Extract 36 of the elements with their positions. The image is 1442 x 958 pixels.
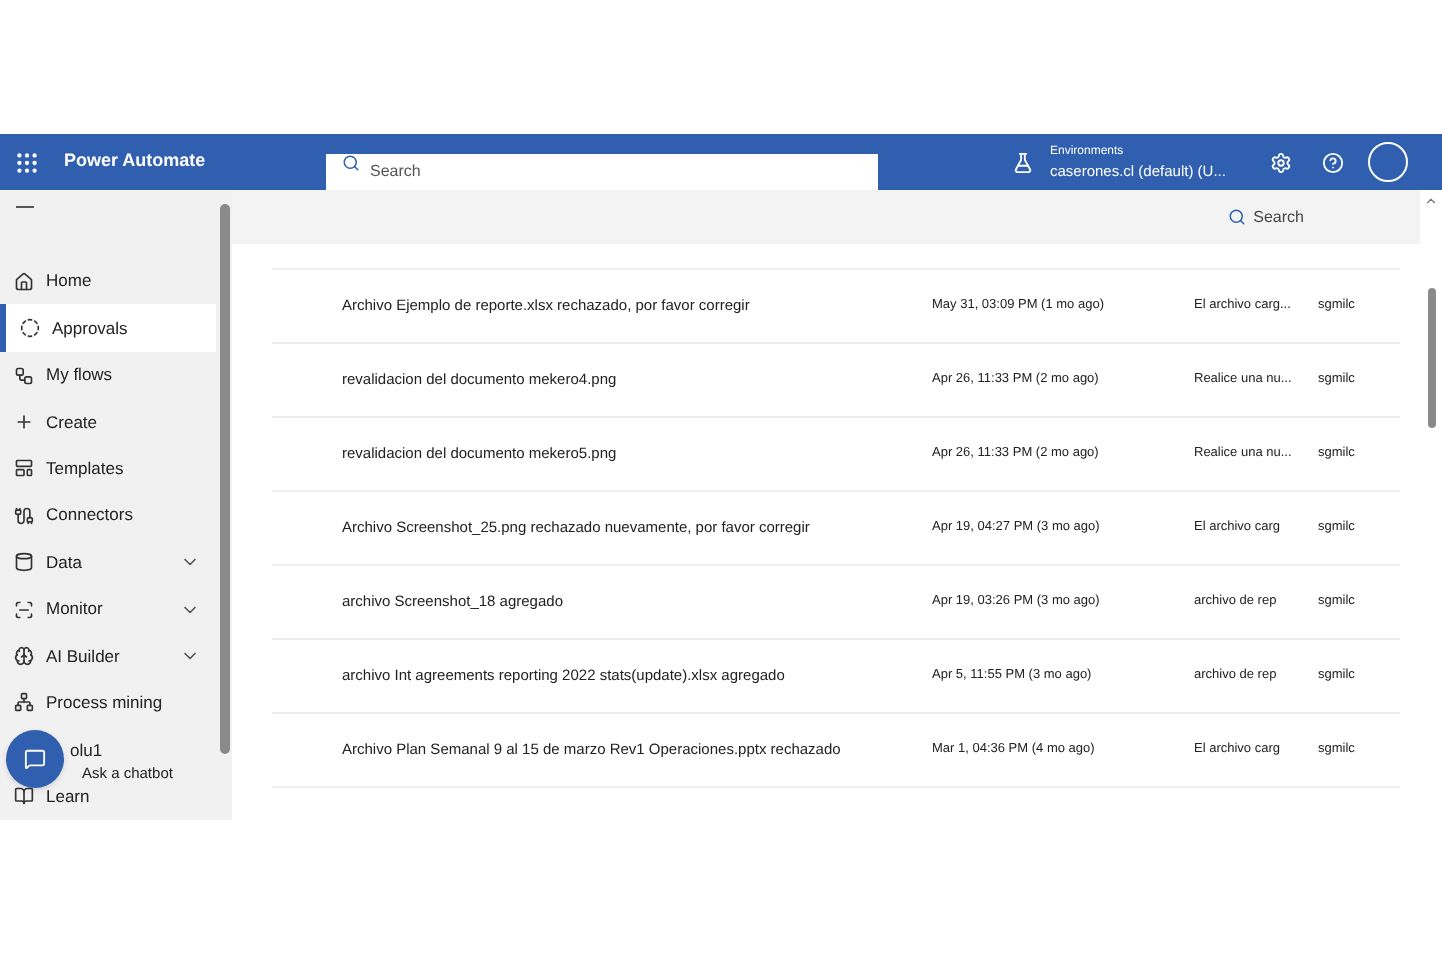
book-icon	[14, 786, 34, 807]
chat-icon	[24, 748, 46, 770]
sidebar-item[interactable]: Home	[0, 257, 216, 305]
flask-icon[interactable]	[1012, 151, 1034, 173]
app-name: Power Automate	[64, 148, 208, 175]
sidebar-item[interactable]: Data	[0, 538, 216, 586]
sidebar-item[interactable]: Connectors	[0, 492, 216, 539]
sidebar-item[interactable]: Monitor	[0, 585, 216, 633]
settings-icon[interactable]	[1269, 151, 1292, 173]
monitor-icon	[14, 599, 34, 620]
search-icon	[1227, 208, 1246, 226]
database-icon	[14, 552, 34, 573]
scroll-up-icon[interactable]	[1424, 194, 1438, 208]
sidebar-item[interactable]: AI Builder	[0, 632, 216, 680]
flows-icon	[14, 365, 34, 385]
app-launcher-icon[interactable]	[14, 149, 40, 175]
search-button[interactable]: Search	[1227, 205, 1304, 229]
sidebar-item[interactable]: Create	[0, 398, 216, 446]
sidebar-item[interactable]: Approvals	[0, 304, 216, 352]
avatar[interactable]	[1367, 142, 1408, 182]
scrollbar-thumb[interactable]	[1427, 288, 1435, 428]
search-icon	[342, 154, 360, 172]
brain-icon	[14, 646, 34, 667]
connector-icon	[14, 505, 34, 526]
home-icon	[14, 271, 34, 292]
help-icon[interactable]	[1321, 151, 1344, 173]
sidebar-item[interactable]: Templates	[0, 445, 216, 493]
sidebar-item[interactable]: Process mining	[0, 679, 216, 727]
sidebar-item[interactable]: My flows	[0, 351, 216, 399]
search-field[interactable]: Search	[326, 153, 878, 189]
templates-icon	[14, 458, 34, 479]
approvals-icon	[20, 318, 40, 339]
plus-icon	[14, 411, 34, 432]
scrollbar-thumb[interactable]	[219, 204, 229, 754]
network-icon	[14, 692, 34, 713]
sidebar-scrollbar[interactable]	[216, 190, 232, 820]
